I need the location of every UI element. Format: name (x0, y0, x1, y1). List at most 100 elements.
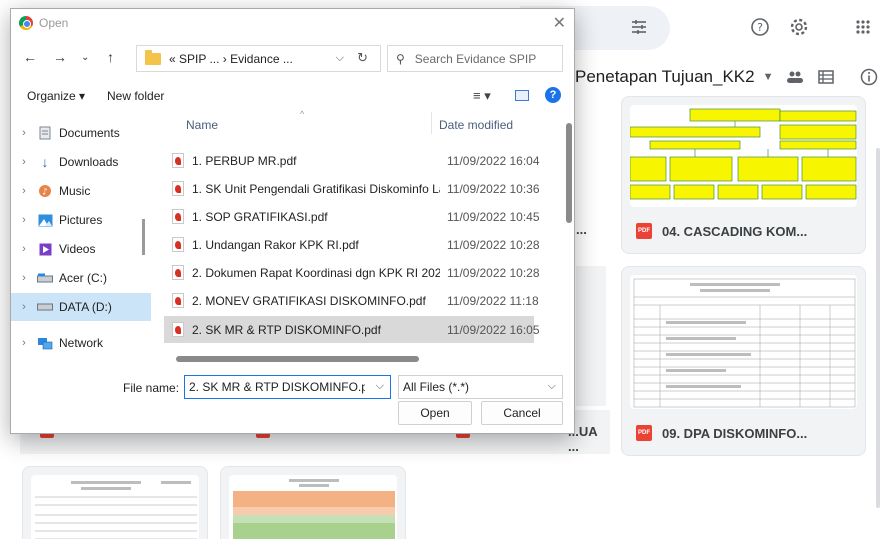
search-input[interactable] (414, 51, 545, 66)
file-card-bottom-1[interactable] (22, 466, 208, 539)
file-name: 1. Undangan Rakor KPK RI.pdf (192, 237, 359, 252)
refresh-icon[interactable]: ↻ (357, 50, 368, 66)
chevron-down-icon[interactable]: ⌵ (548, 380, 556, 393)
chevron-right-icon[interactable]: › (11, 156, 37, 168)
file-list-horizontal-scrollbar[interactable] (176, 356, 419, 362)
file-row[interactable]: 1. SOP GRATIFIKASI.pdf 11/09/2022 10:45 (164, 203, 540, 230)
pdf-file-icon (172, 181, 184, 196)
card-caption: PDF 04. CASCADING KOM... (636, 223, 807, 239)
nav-item-downloads[interactable]: › ↓ Downloads (11, 148, 151, 176)
file-row[interactable]: 2. MONEV GRATIFIKASI DISKOMINFO.pdf 11/0… (164, 287, 539, 314)
nav-item-documents[interactable]: › Documents (11, 119, 151, 147)
file-row[interactable]: 2. Dokumen Rapat Koordinasi dgn KPK RI 2… (164, 259, 540, 286)
file-row[interactable]: 1. Undangan Rakor KPK RI.pdf 11/09/2022 … (164, 231, 540, 258)
file-name: 2. Dokumen Rapat Koordinasi dgn KPK RI 2… (192, 265, 440, 280)
file-name: 1. SK Unit Pengendali Gratifikasi Diskom… (192, 181, 440, 196)
drive-scrollbar[interactable] (876, 148, 880, 508)
file-type-select[interactable]: All Files (*.*) ⌵ (398, 375, 563, 399)
videos-icon (37, 242, 53, 256)
search-box[interactable]: ⚲ (387, 45, 563, 72)
file-row[interactable]: 1. SK Unit Pengendali Gratifikasi Diskom… (164, 175, 540, 202)
svg-text:?: ? (757, 21, 763, 34)
chevron-right-icon[interactable]: › (11, 127, 37, 139)
info-icon[interactable] (860, 68, 878, 86)
file-name: 2. SK MR & RTP DISKOMINFO.pdf (192, 322, 381, 337)
cascading-thumbnail (630, 105, 857, 207)
file-date-modified: 11/09/2022 10:28 (447, 237, 540, 252)
pdf-file-icon (172, 293, 184, 308)
drive-icon (37, 271, 53, 285)
file-name-label: File name: (123, 381, 180, 395)
network-icon (37, 336, 53, 350)
new-folder-button[interactable]: New folder (107, 89, 164, 103)
card-caption: PDF 09. DPA DISKOMINFO... (636, 425, 807, 441)
column-header-date-modified[interactable]: Date modified (439, 118, 513, 132)
list-view-icon[interactable] (817, 70, 834, 84)
address-bar[interactable]: « SPIP ... › Evidance ... ⌵ ↻ (136, 45, 381, 72)
settings-gear-icon[interactable] (786, 14, 812, 40)
up-arrow-icon[interactable]: ↑ (107, 49, 114, 65)
help-icon[interactable]: ? (747, 14, 773, 40)
file-card-cascading[interactable]: PDF 04. CASCADING KOM... (621, 96, 866, 254)
file-card-bottom-2[interactable] (220, 466, 406, 539)
address-breadcrumb[interactable]: « SPIP ... › Evidance ... (169, 52, 293, 66)
navigation-pane-scrollbar[interactable] (142, 219, 145, 255)
nav-item-label: Acer (C:) (59, 271, 107, 285)
forward-arrow-icon[interactable]: → (53, 49, 67, 65)
card-file-name: 09. DPA DISKOMINFO... (662, 425, 808, 441)
search-options-icon[interactable] (626, 14, 652, 40)
dialog-title-bar[interactable]: Open ✕ (11, 9, 574, 37)
dialog-title: Open (39, 16, 69, 30)
file-date-modified: 11/09/2022 16:04 (447, 153, 540, 168)
apps-grid-icon[interactable] (850, 14, 876, 40)
chevron-right-icon[interactable]: › (11, 243, 37, 255)
file-name-combobox[interactable]: ⌵ (184, 375, 391, 399)
file-name-input[interactable] (185, 380, 365, 394)
recent-locations-chevron-icon[interactable]: ⌄ (81, 52, 89, 63)
chevron-down-icon[interactable]: ⌵ (376, 380, 384, 393)
file-name: 1. SOP GRATIFIKASI.pdf (192, 209, 328, 224)
chevron-down-icon[interactable]: ⌵ (336, 52, 344, 65)
file-date-modified: 11/09/2022 10:28 (447, 265, 540, 280)
nav-item-label: Network (59, 336, 104, 350)
dpa-thumbnail (630, 275, 857, 409)
sort-indicator-icon: ^ (300, 109, 305, 119)
nav-item-music[interactable]: › ♪ Music (11, 177, 151, 205)
chevron-right-icon[interactable]: › (11, 185, 37, 197)
chevron-right-icon[interactable]: › (11, 272, 37, 284)
folder-dropdown-icon[interactable]: ▼ (763, 71, 774, 83)
navigation-pane: › Documents › ↓ Downloads › ♪ Music › Pi… (11, 109, 151, 351)
back-arrow-icon[interactable]: ← (23, 49, 37, 65)
nav-item-label: DATA (D:) (59, 300, 112, 314)
view-options-icon[interactable]: ≡ ▾ (473, 88, 491, 104)
file-date-modified: 11/09/2022 11:18 (447, 293, 539, 308)
preview-pane-icon[interactable] (515, 90, 529, 101)
nav-item-data-d[interactable]: › DATA (D:) (11, 293, 151, 321)
column-separator[interactable] (431, 112, 432, 134)
pdf-file-icon (172, 209, 184, 224)
file-list-vertical-scrollbar[interactable] (566, 123, 572, 223)
help-icon[interactable]: ? (545, 87, 561, 103)
navigation-bar: ← → ⌄ ↑ « SPIP ... › Evidance ... ⌵ ↻ ⚲ (11, 43, 574, 75)
nav-item-acer-c[interactable]: › Acer (C:) (11, 264, 151, 292)
nav-item-videos[interactable]: › Videos (11, 235, 151, 263)
nav-item-pictures[interactable]: › Pictures (11, 206, 151, 234)
pdf-file-icon (172, 322, 184, 337)
chevron-right-icon[interactable]: › (11, 214, 37, 226)
shared-people-icon[interactable] (786, 70, 804, 84)
close-icon[interactable]: ✕ (553, 13, 566, 33)
file-card-dpa[interactable]: PDF 09. DPA DISKOMINFO... (621, 266, 866, 456)
chevron-right-icon[interactable]: › (11, 337, 37, 349)
chevron-right-icon[interactable]: › (11, 301, 37, 313)
pdf-file-icon (172, 237, 184, 252)
file-row[interactable]: 1. PERBUP MR.pdf 11/09/2022 16:04 (164, 147, 540, 174)
column-header-name[interactable]: Name (186, 118, 218, 132)
cancel-button[interactable]: Cancel (481, 401, 563, 425)
folder-title[interactable]: Penetapan Tujuan_KK2 (575, 67, 755, 87)
nav-item-network[interactable]: › Network (11, 329, 151, 351)
pdf-file-icon (172, 265, 184, 280)
file-row-selected[interactable]: 2. SK MR & RTP DISKOMINFO.pdf 11/09/2022… (164, 316, 540, 343)
nav-item-label: Videos (59, 242, 96, 256)
open-button[interactable]: Open (398, 401, 472, 425)
organize-menu-button[interactable]: Organize ▾ (27, 89, 85, 103)
